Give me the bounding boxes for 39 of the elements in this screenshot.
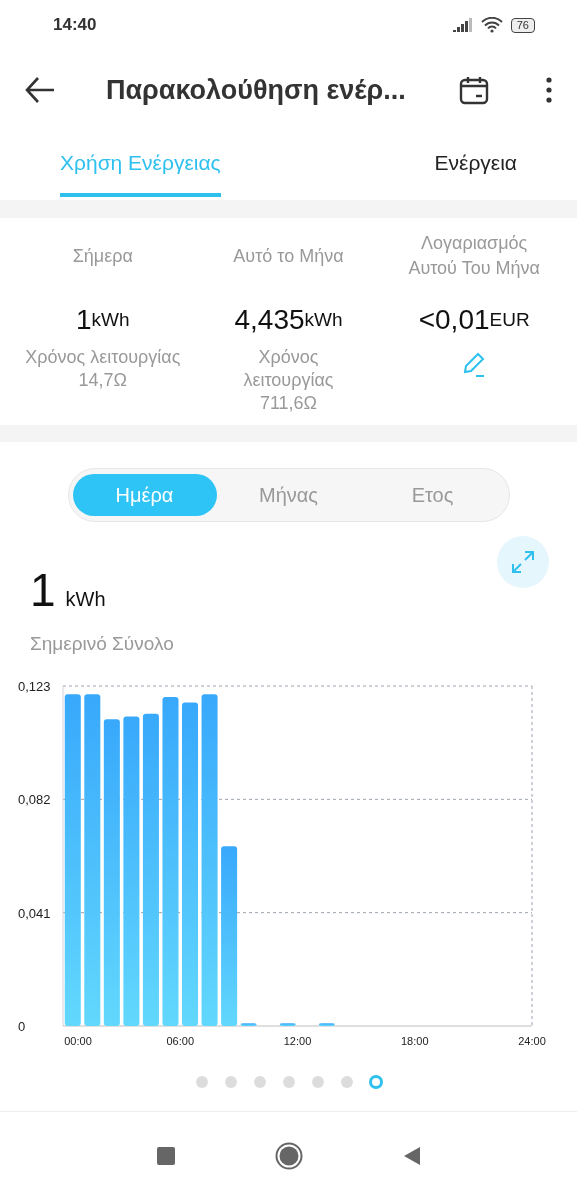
tab[interactable]: Χρήση Ενέργειας	[0, 130, 289, 200]
stat-value: <0,01EUR	[418, 303, 530, 337]
calendar-icon[interactable]	[459, 75, 489, 105]
period-tab[interactable]: Μήνας	[216, 474, 361, 516]
period-tab[interactable]: Ημέρα	[72, 474, 217, 516]
y-axis-label: 0	[18, 1018, 26, 1034]
tab[interactable]: Ενέργεια	[288, 130, 577, 200]
more-options-icon[interactable]	[545, 76, 553, 104]
stat-label: Λογαριασμός Αυτού Του Μήνα	[407, 232, 541, 280]
total-value: 1 kWh	[30, 567, 106, 614]
status-time: 14:40	[53, 14, 97, 37]
back-icon[interactable]	[402, 1145, 421, 1166]
screen-title: Παρακολούθηση ενέρ...	[106, 73, 406, 107]
recent-apps-icon[interactable]	[156, 1146, 175, 1165]
x-axis-label: 06:00	[166, 1034, 194, 1047]
x-axis-label: 00:00	[64, 1034, 92, 1047]
stat-label: Αυτό το Μήνα	[233, 244, 344, 268]
home-icon[interactable]	[274, 1141, 303, 1170]
stat-label: Σήμερα	[72, 244, 133, 268]
battery-indicator: 76	[510, 17, 535, 33]
bar	[240, 1022, 257, 1026]
back-arrow-icon[interactable]	[24, 76, 56, 104]
bar	[279, 1022, 296, 1026]
x-axis-label: 24:00	[518, 1034, 546, 1047]
y-axis-label: 0,123	[18, 678, 51, 694]
wifi-icon	[480, 17, 503, 33]
operating-time: Χρόνος λειτουργίας 14,7Ω	[24, 346, 182, 392]
operating-time: Χρόνος λειτουργίας 711,6Ω	[242, 346, 335, 415]
stat-value: 1kWh	[76, 303, 130, 337]
x-axis-label: 12:00	[283, 1034, 312, 1047]
signal-icon	[452, 18, 473, 32]
y-axis-label: 0,082	[18, 791, 51, 807]
expand-icon	[510, 549, 536, 575]
y-axis-label: 0,041	[18, 905, 51, 921]
total-caption: Σημερινό Σύνολο	[29, 632, 175, 656]
bar	[318, 1022, 335, 1026]
stat-value: 4,435kWh	[234, 303, 343, 337]
period-tab[interactable]: Ετος	[360, 474, 505, 516]
x-axis-label: 18:00	[401, 1034, 429, 1047]
